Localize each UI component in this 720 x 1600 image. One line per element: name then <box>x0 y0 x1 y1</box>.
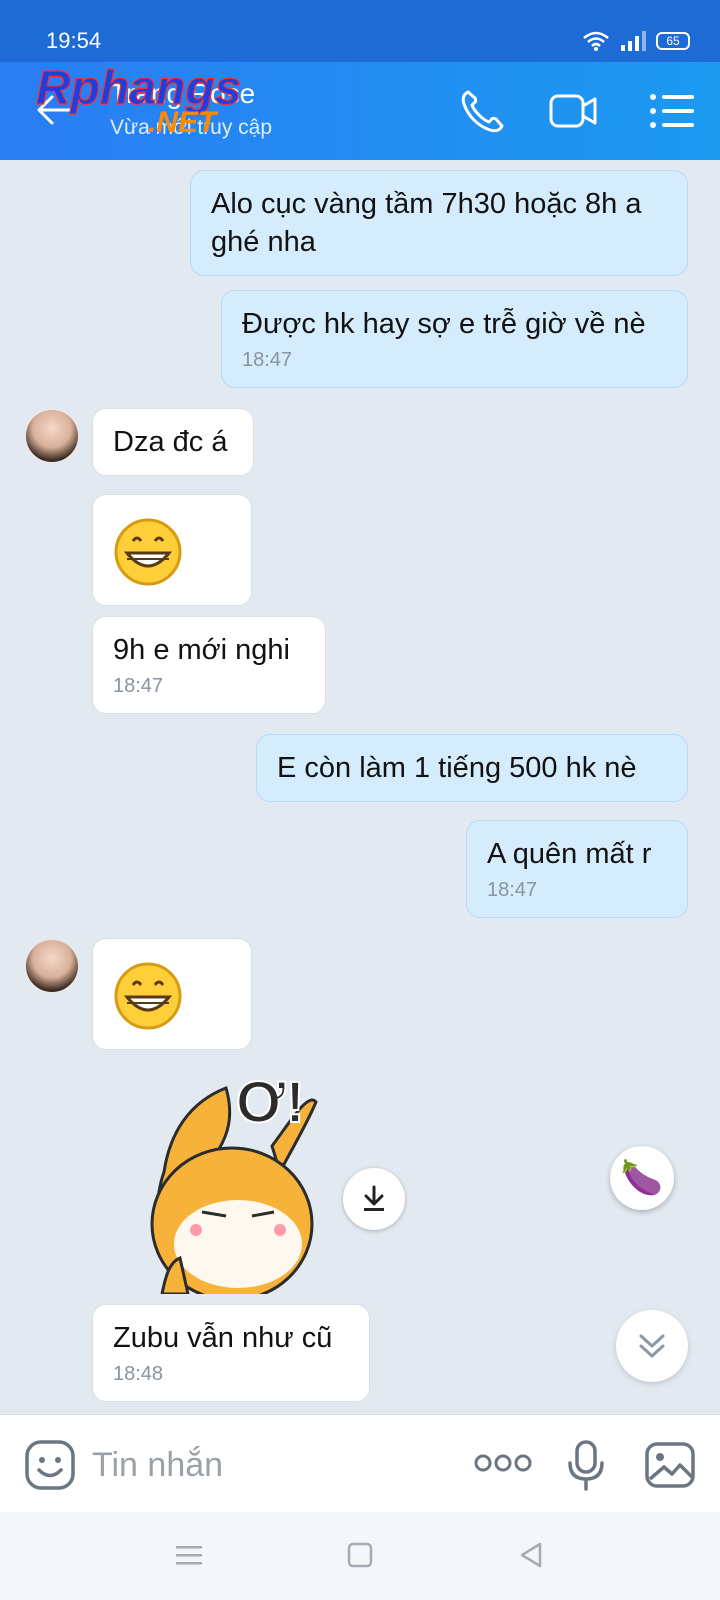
message-time: 18:47 <box>113 675 164 697</box>
contact-name: Trang Rose <box>110 78 256 109</box>
message-text: Dza đc á <box>113 426 228 458</box>
menu-list-icon[interactable] <box>648 88 698 134</box>
message-outgoing[interactable]: E còn làm 1 tiếng 500 hk nè <box>256 734 688 802</box>
double-chevron-down-icon <box>639 1334 665 1358</box>
message-time: 18:47 <box>487 879 538 901</box>
message-incoming[interactable]: Zubu vẫn như cũ 18:48 <box>92 1304 370 1402</box>
message-composer <box>0 1414 720 1512</box>
message-incoming-emoji[interactable] <box>92 938 252 1050</box>
more-options-icon[interactable] <box>474 1449 532 1477</box>
eggplant-icon: 🍆 <box>620 1159 664 1197</box>
message-text: Alo cục vàng tầm 7h30 hoặc 8h a ghé nha <box>211 188 642 258</box>
recent-apps-icon[interactable] <box>172 1540 206 1570</box>
image-gallery-icon[interactable] <box>644 1441 696 1489</box>
message-time: 18:48 <box>113 1363 164 1385</box>
message-outgoing[interactable]: A quên mất r 18:47 <box>466 820 688 918</box>
app-header: 19:54 65 Trang Rose Vừa mới truy cập Rph… <box>0 0 720 160</box>
message-text: A quên mất r <box>487 838 652 870</box>
download-button[interactable] <box>343 1168 405 1230</box>
system-navigation-bar <box>0 1512 720 1600</box>
battery-icon: 65 <box>656 32 690 50</box>
phone-call-icon[interactable] <box>458 88 508 134</box>
sticker-text: Ơ! <box>236 1070 305 1135</box>
download-icon <box>364 1185 384 1211</box>
message-incoming[interactable]: 9h e mới nghi 18:47 <box>92 616 326 714</box>
back-arrow-icon[interactable] <box>34 90 74 130</box>
status-time: 19:54 <box>46 28 102 53</box>
video-call-icon[interactable] <box>548 88 598 134</box>
status-bar: 19:54 65 <box>0 0 720 62</box>
message-input[interactable] <box>92 1439 432 1491</box>
battery-level: 65 <box>666 34 680 48</box>
contact-info[interactable]: Trang Rose Vừa mới truy cập <box>110 78 272 140</box>
presence-status: Vừa mới truy cập <box>110 116 273 139</box>
message-incoming[interactable]: Dza đc á <box>92 408 254 476</box>
status-icons: 65 <box>582 30 690 52</box>
message-incoming-emoji[interactable] <box>92 494 252 606</box>
chat-thread[interactable]: Alo cục vàng tầm 7h30 hoặc 8h a ghé nha … <box>0 160 720 1414</box>
home-icon[interactable] <box>343 1540 377 1570</box>
scroll-to-bottom-button[interactable] <box>616 1310 688 1382</box>
microphone-icon[interactable] <box>566 1439 606 1491</box>
grinning-face-icon <box>114 518 182 586</box>
message-text: Được hk hay sợ e trễ giờ về nè <box>242 308 646 340</box>
message-text: E còn làm 1 tiếng 500 hk nè <box>277 752 637 784</box>
grinning-face-icon <box>114 962 182 1030</box>
message-outgoing[interactable]: Được hk hay sợ e trễ giờ về nè 18:47 <box>221 290 688 388</box>
contact-avatar[interactable] <box>24 408 80 464</box>
back-icon[interactable] <box>514 1540 548 1570</box>
signal-icon <box>621 31 646 51</box>
wifi-icon <box>583 31 609 51</box>
eggplant-reaction-button[interactable]: 🍆 <box>610 1146 674 1210</box>
message-text: 9h e mới nghi <box>113 634 291 666</box>
message-time: 18:47 <box>242 349 293 371</box>
emoji-sticker-icon[interactable] <box>24 1439 76 1491</box>
contact-avatar[interactable] <box>24 938 80 994</box>
message-text: Zubu vẫn như cũ <box>113 1322 333 1354</box>
fox-sticker[interactable]: Ơ! <box>140 1062 340 1294</box>
message-outgoing[interactable]: Alo cục vàng tầm 7h30 hoặc 8h a ghé nha <box>190 170 688 276</box>
